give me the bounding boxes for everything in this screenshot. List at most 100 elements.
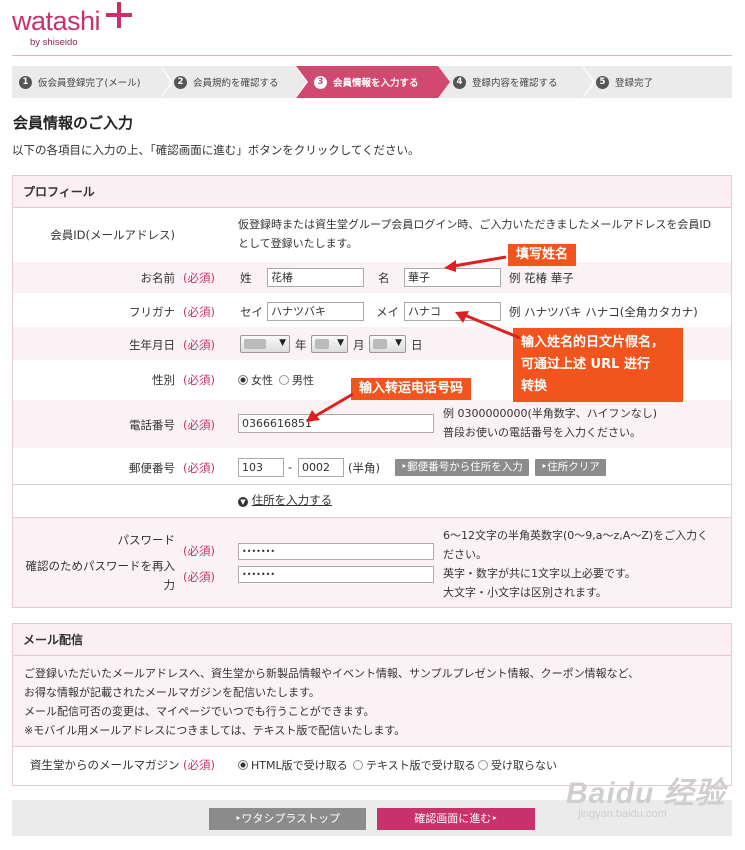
logo-wordmark: watashi [12, 6, 101, 36]
blurred-value [373, 339, 387, 349]
month-unit: 月 [353, 338, 365, 352]
password-confirm-label: 確認のためパスワードを再入 力 [20, 557, 176, 595]
kana-sei-label: セイ [240, 305, 263, 319]
phone-note-1: 例 0300000000(半角数字、ハイフンなし) [443, 407, 658, 420]
magazine-text-label: テキスト版で受け取る [366, 759, 476, 772]
step-label: 会員情報を入力する [333, 78, 419, 89]
birth-month-select[interactable]: ▼ [311, 335, 348, 353]
mail-text-1: ご登録いただいたメールアドレスへ、資生堂から新製品情報やイベント情報、サンプルプ… [24, 667, 640, 680]
dropdown-arrow-icon: ▼ [279, 338, 286, 348]
step-1: 1 仮会員登録完了(メール) [12, 66, 161, 98]
baidu-watermark: Baidu 经验 jingyan.baidu.com [566, 768, 726, 820]
required-mark: (必須) [183, 271, 215, 285]
step-3-active: 3 会員情報を入力する [296, 66, 438, 98]
radio-selected-icon[interactable] [238, 375, 248, 385]
step-number: 4 [453, 75, 466, 89]
zip-dash: - [288, 460, 293, 474]
zip-hankaku-note: (半角) [348, 461, 380, 475]
annotation-kana-1: 输入姓名的日文片假名， [521, 335, 665, 350]
step-separator [438, 66, 450, 98]
blurred-value [244, 339, 266, 349]
password-label: パスワード [117, 533, 176, 547]
step-separator-fill [160, 66, 171, 98]
radio-selected-icon[interactable] [238, 760, 248, 770]
mail-text-4: ※モバイル用メールアドレスにつきましては、テキスト版で配信いたします。 [24, 724, 406, 737]
plus-icon [106, 2, 132, 28]
step-number: 3 [314, 75, 327, 89]
watashi-logo[interactable]: watashi by shiseido [12, 2, 132, 48]
page-title: 会員情報のご入力 [13, 114, 134, 132]
year-unit: 年 [295, 338, 307, 352]
gender-female-label: 女性 [251, 374, 273, 387]
required-mark: (必須) [183, 544, 215, 558]
zip-second-input[interactable]: 0002 [298, 458, 344, 477]
step-2: 2 会員規約を確認する [174, 66, 299, 98]
step-label: 登録完了 [615, 78, 654, 89]
step-label: 登録内容を確認する [472, 78, 558, 89]
kana-example: 例 ハナツバキ ハナコ(全角カタカナ) [509, 305, 698, 319]
phone-label: 電話番号 [129, 418, 175, 432]
gender-female-option[interactable]: 女性 [238, 372, 273, 388]
kana-mei-label: メイ [376, 305, 399, 319]
required-mark: (必須) [183, 373, 215, 387]
gender-male-option[interactable]: 男性 [279, 372, 314, 388]
step-separator-fill [582, 66, 593, 98]
password-note-1: 6～12文字の半角英数字(0～9,a～z,A～Z)をご入力く [443, 529, 709, 542]
confirm-button[interactable]: 確認画面に進む‣ [377, 808, 535, 830]
required-mark: (必須) [183, 305, 215, 319]
divider [13, 517, 731, 518]
clear-address-label: 住所クリア [547, 461, 600, 473]
required-mark: (必須) [183, 338, 215, 352]
radio-icon[interactable] [279, 375, 289, 385]
zip-first-input[interactable]: 103 [238, 458, 284, 477]
intro-text: 以下の各項目に入力の上、「確認画面に進む」ボタンをクリックしてください。 [12, 143, 420, 157]
magazine-html-label: HTML版で受け取る [251, 759, 348, 772]
annotation-arrow-icon [444, 255, 507, 272]
magazine-text-option[interactable]: テキスト版で受け取る [353, 757, 476, 773]
chevron-down-icon: ▼ [238, 497, 248, 507]
watermark-logo: Baidu 经验 [566, 777, 726, 810]
password-note-4: 大文字・小文字は区別されます。 [443, 586, 607, 599]
birth-year-select[interactable]: ▼ [240, 335, 290, 353]
zip-to-address-button[interactable]: ‣郵便番号から住所を入力 [395, 459, 529, 476]
step-number: 1 [19, 75, 32, 89]
required-mark: (必須) [183, 418, 215, 432]
member-id-text-2: として登録いたします。 [238, 237, 358, 250]
gender-label: 性別 [152, 373, 175, 387]
profile-heading: プロフィール [13, 176, 731, 208]
clear-address-button[interactable]: ‣住所クリア [535, 459, 606, 476]
divider [13, 484, 731, 485]
step-4: 4 登録内容を確認する [453, 66, 583, 98]
magazine-none-label: 受け取らない [491, 759, 557, 772]
radio-icon[interactable] [478, 760, 488, 770]
sei-input[interactable]: 花椿 [267, 268, 364, 287]
step-number: 2 [174, 75, 187, 89]
password-note-3: 英字・数字が共に1文字以上必要です。 [443, 567, 636, 580]
sei-label: 姓 [240, 271, 252, 285]
mei-label: 名 [378, 271, 390, 285]
progress-steps: 1 仮会員登録完了(メール) 2 会員規約を確認する 3 会員情報を入力する 4… [12, 66, 732, 98]
mail-text-2: お得な情報が記載されたメールマガジンを配信いたします。 [24, 686, 320, 699]
step-5: 5 登録完了 [596, 66, 726, 98]
radio-icon[interactable] [353, 760, 363, 770]
required-mark: (必須) [183, 570, 215, 584]
step-label: 会員規約を確認する [193, 78, 279, 89]
password-confirm-label-2: 力 [163, 578, 176, 592]
annotation-arrow-icon [306, 392, 354, 422]
birth-day-select[interactable]: ▼ [369, 335, 406, 353]
step-number: 5 [596, 75, 609, 89]
password-note-2: ださい。 [443, 548, 487, 561]
back-to-top-button[interactable]: ‣ワタシプラストップ [209, 808, 366, 830]
password-input[interactable]: ••••••• [238, 543, 434, 560]
magazine-html-option[interactable]: HTML版で受け取る [238, 757, 348, 773]
required-mark: (必須) [183, 758, 215, 772]
step-label: 仮会員登録完了(メール) [38, 78, 141, 89]
kana-sei-input[interactable]: ハナツバキ [267, 302, 364, 321]
dropdown-arrow-icon: ▼ [337, 338, 344, 348]
back-button-label: ワタシプラストップ [241, 812, 341, 825]
address-toggle-link[interactable]: ▼ 住所を入力する [238, 492, 332, 508]
gender-male-label: 男性 [292, 374, 314, 387]
password-confirm-input[interactable]: ••••••• [238, 566, 434, 583]
magazine-none-option[interactable]: 受け取らない [478, 757, 557, 773]
annotation-phone: 输入转运电话号码 [351, 378, 472, 400]
